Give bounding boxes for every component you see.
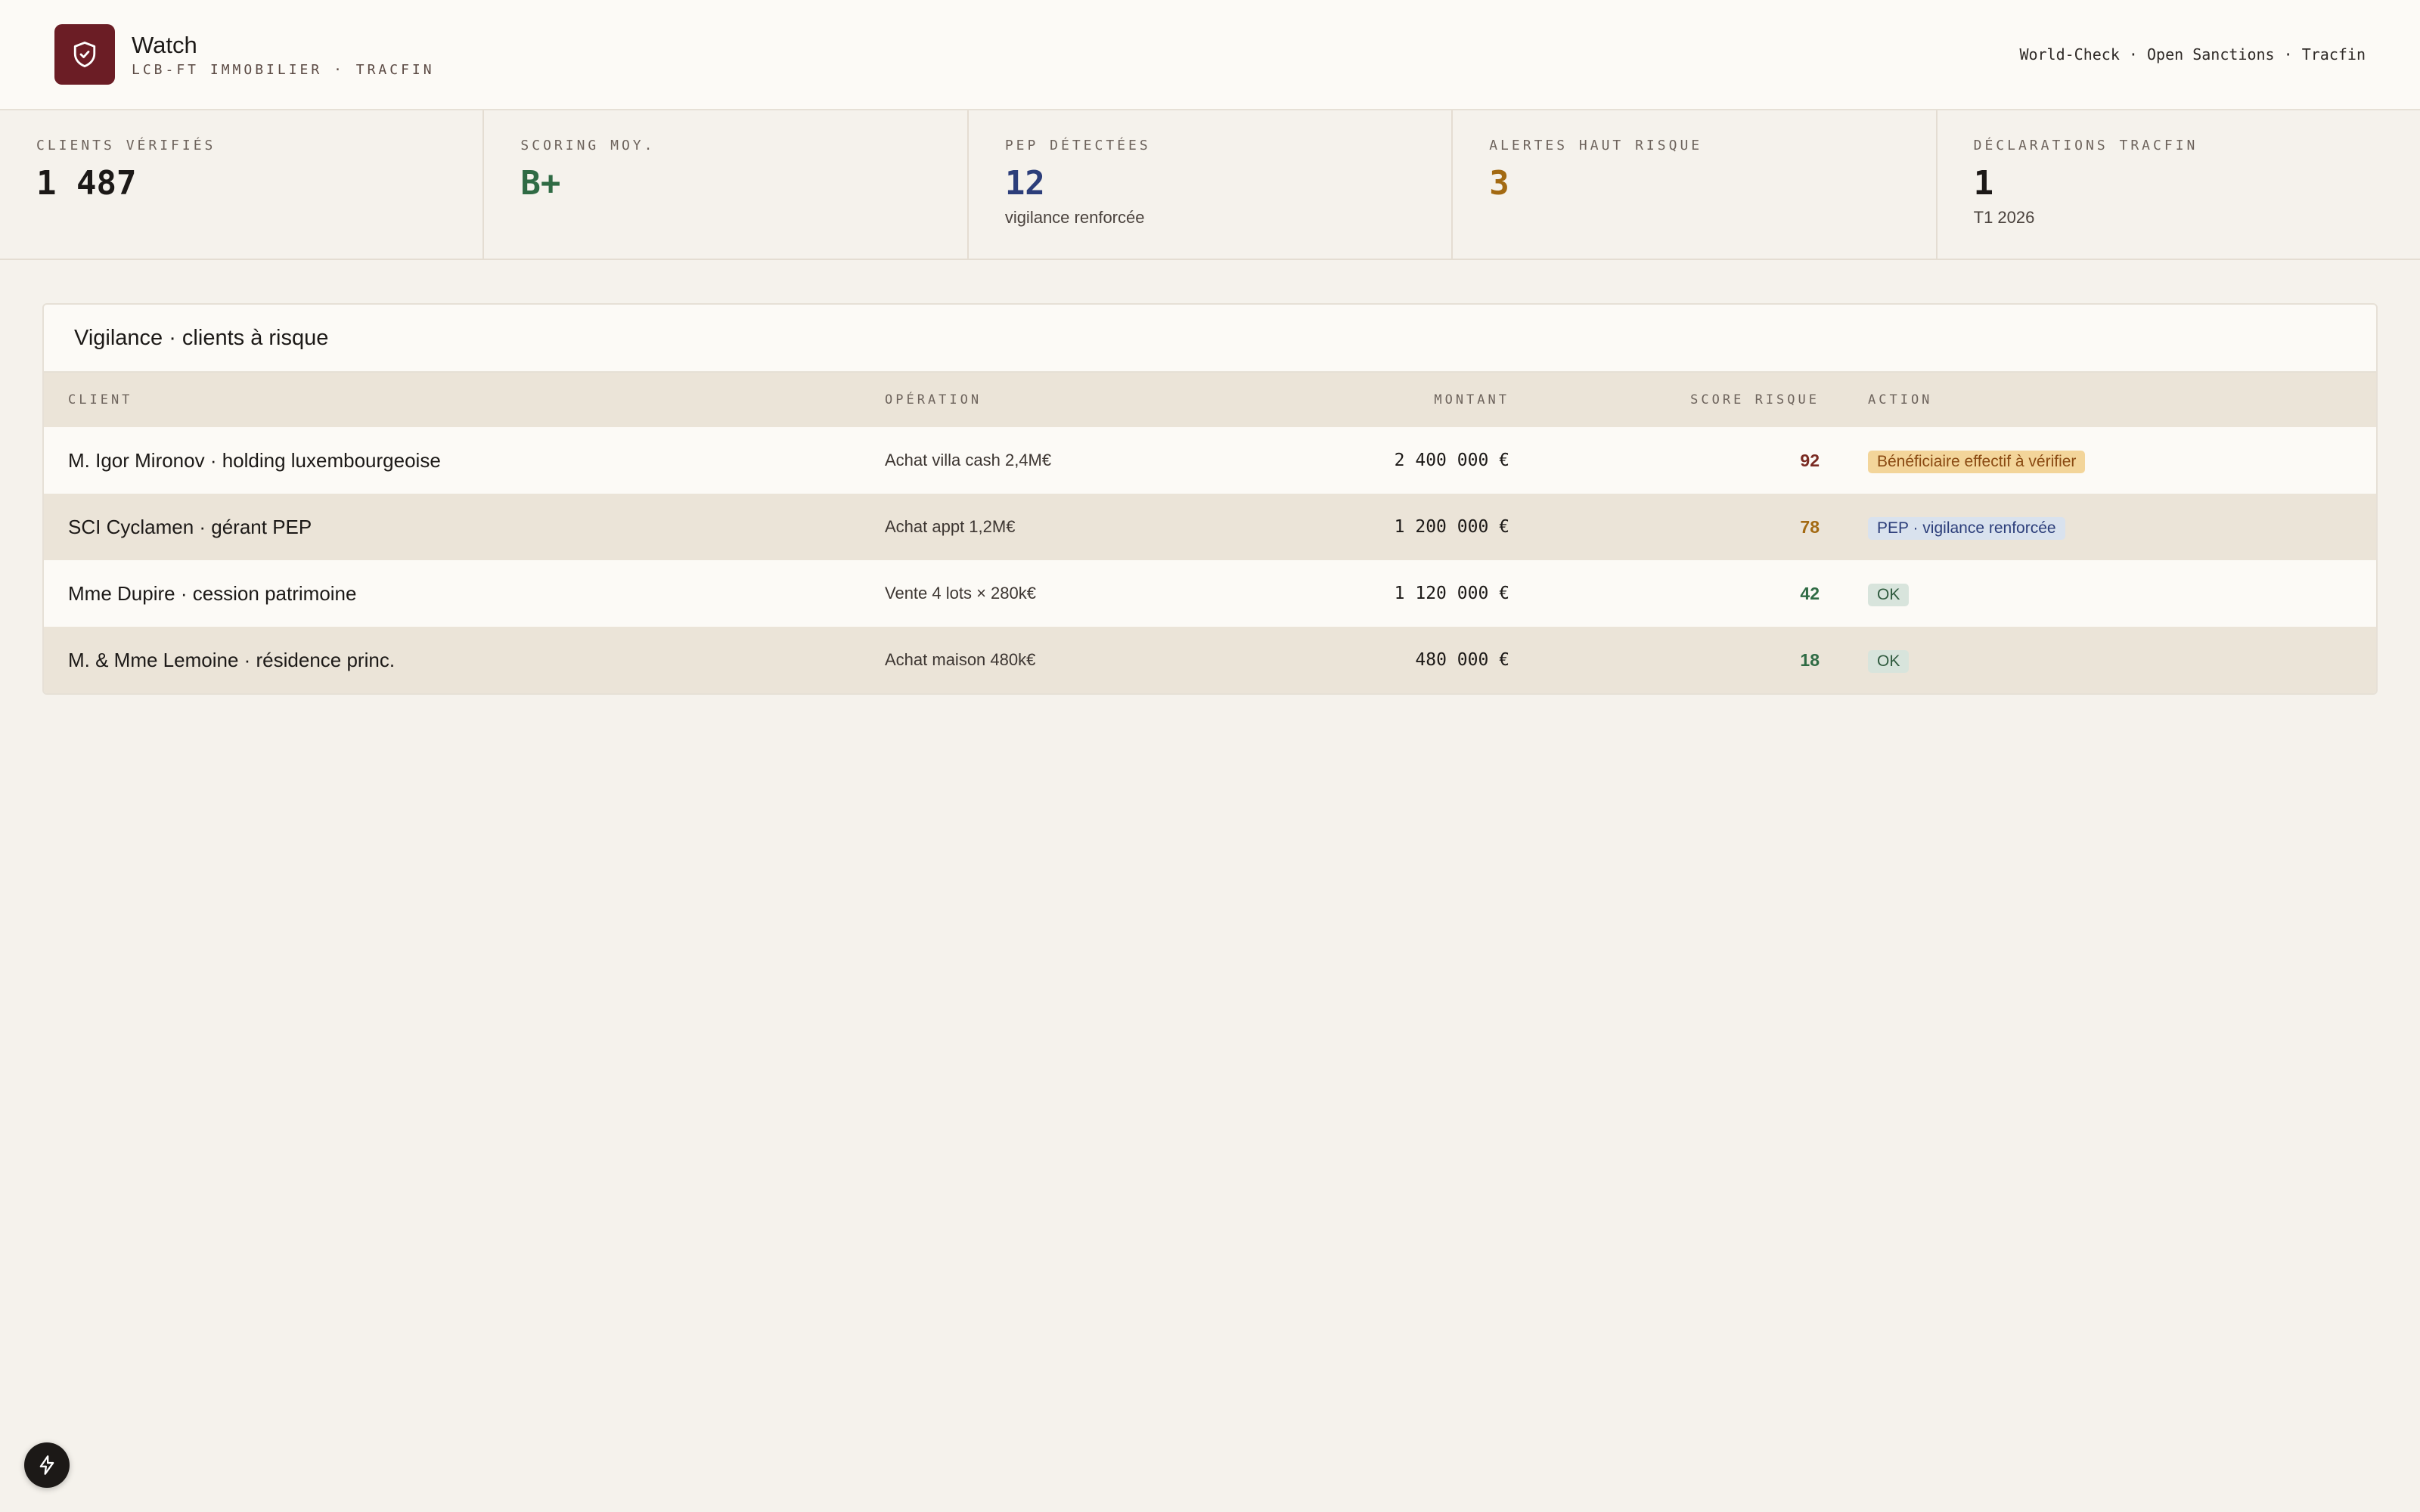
- kpi-value: 1 487: [36, 164, 137, 203]
- column-header-action[interactable]: ACTION: [1844, 373, 2376, 427]
- table-row[interactable]: SCI Cyclamen · gérant PEP Achat appt 1,2…: [44, 494, 2376, 560]
- kpi-label: SCORING MOY.: [520, 138, 656, 153]
- kpi-value: B+: [520, 164, 561, 203]
- cell-client: M. Igor Mironov · holding luxembourgeois…: [68, 448, 441, 472]
- cell-score: 78: [1800, 516, 1820, 537]
- app-header: Watch LCB-FT IMMOBILIER · TRACFIN World-…: [0, 0, 2420, 110]
- kpi-value: 3: [1489, 164, 1509, 203]
- app-logo: [54, 24, 115, 85]
- cell-score: 42: [1800, 583, 1820, 603]
- shield-check-icon: [73, 42, 96, 68]
- cell-operation: Vente 4 lots × 280k€: [885, 584, 1036, 603]
- brand[interactable]: Watch LCB-FT IMMOBILIER · TRACFIN: [54, 24, 435, 85]
- kpi-pep-detected: PEP DÉTECTÉES 12 vigilance renforcée: [969, 110, 1454, 259]
- cell-operation: Achat appt 1,2M€: [885, 517, 1016, 536]
- kpi-label: CLIENTS VÉRIFIÉS: [36, 138, 216, 153]
- kpi-value: 1: [1973, 164, 1994, 203]
- kpi-clients-verified: CLIENTS VÉRIFIÉS 1 487: [0, 110, 485, 259]
- cell-action: PEP · vigilance renforcée: [1844, 494, 2376, 560]
- kpi-sub: T1 2026: [1973, 208, 2035, 228]
- cell-operation: Achat maison 480k€: [885, 650, 1036, 669]
- action-badge[interactable]: OK: [1868, 583, 1910, 606]
- action-badge[interactable]: PEP · vigilance renforcée: [1868, 516, 2065, 540]
- column-header-client[interactable]: CLIENT: [44, 373, 861, 427]
- kpi-high-risk-alerts: ALERTES HAUT RISQUE 3: [1453, 110, 1938, 259]
- cell-score: 92: [1800, 450, 1820, 470]
- kpi-value: 12: [1004, 164, 1045, 203]
- risk-clients-card: Vigilance · clients à risque CLIENT OPÉR…: [42, 303, 2378, 695]
- column-header-amount[interactable]: MONTANT: [1345, 373, 1534, 427]
- column-header-operation[interactable]: OPÉRATION: [861, 373, 1345, 427]
- app-subtitle: LCB-FT IMMOBILIER · TRACFIN: [132, 62, 435, 79]
- app-title: Watch: [132, 31, 197, 58]
- table-row[interactable]: Mme Dupire · cession patrimoine Vente 4 …: [44, 560, 2376, 627]
- table-row[interactable]: M. Igor Mironov · holding luxembourgeois…: [44, 427, 2376, 494]
- kpi-label: DÉCLARATIONS TRACFIN: [1973, 138, 2198, 153]
- card-title: Vigilance · clients à risque: [44, 305, 2376, 373]
- cell-client: Mme Dupire · cession patrimoine: [68, 581, 357, 605]
- action-badge[interactable]: OK: [1868, 649, 1910, 673]
- kpi-label: PEP DÉTECTÉES: [1004, 138, 1151, 153]
- lightning-bolt-icon: [39, 1455, 54, 1475]
- cell-amount: 1 120 000 €: [1394, 584, 1509, 603]
- cell-score: 18: [1800, 649, 1820, 670]
- risk-clients-table: CLIENT OPÉRATION MONTANT SCORE RISQUE AC…: [44, 373, 2376, 693]
- cell-amount: 2 400 000 €: [1394, 451, 1509, 470]
- kpi-label: ALERTES HAUT RISQUE: [1489, 138, 1703, 153]
- kpi-sub: vigilance renforcée: [1004, 208, 1145, 228]
- cell-action: OK: [1844, 627, 2376, 693]
- kpi-strip: CLIENTS VÉRIFIÉS 1 487 SCORING MOY. B+ P…: [0, 110, 2420, 260]
- data-sources: World-Check · Open Sanctions · Tracfin: [2019, 45, 2366, 64]
- cell-operation: Achat villa cash 2,4M€: [885, 451, 1052, 469]
- kpi-average-scoring: SCORING MOY. B+: [484, 110, 969, 259]
- cell-amount: 480 000 €: [1415, 650, 1509, 670]
- cell-action: OK: [1844, 560, 2376, 627]
- column-header-score[interactable]: SCORE RISQUE: [1534, 373, 1844, 427]
- cell-action: Bénéficiaire effectif à vérifier: [1844, 427, 2376, 494]
- cell-amount: 1 200 000 €: [1394, 517, 1509, 537]
- cell-client: M. & Mme Lemoine · résidence princ.: [68, 648, 396, 671]
- table-row[interactable]: M. & Mme Lemoine · résidence princ. Acha…: [44, 627, 2376, 693]
- action-badge[interactable]: Bénéficiaire effectif à vérifier: [1868, 450, 2086, 473]
- cell-client: SCI Cyclamen · gérant PEP: [68, 515, 312, 538]
- table-header-row: CLIENT OPÉRATION MONTANT SCORE RISQUE AC…: [44, 373, 2376, 427]
- quick-action-button[interactable]: [24, 1442, 70, 1488]
- kpi-tracfin-declarations: DÉCLARATIONS TRACFIN 1 T1 2026: [1938, 110, 2420, 259]
